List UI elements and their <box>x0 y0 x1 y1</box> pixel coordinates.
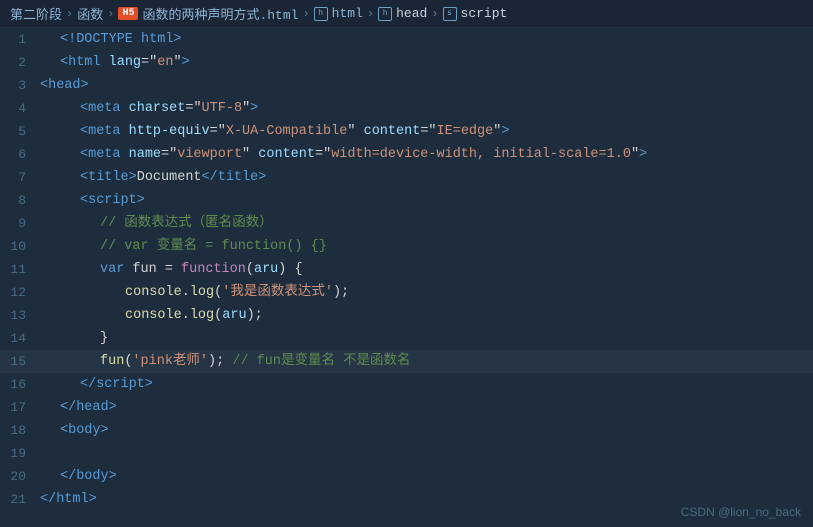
code-line-17: 17 </head> <box>0 396 813 419</box>
code-line-9: 9 // 函数表达式（匿名函数） <box>0 212 813 235</box>
code-editor: 1 <!DOCTYPE html> 2 <html lang="en"> 3 <… <box>0 28 813 527</box>
line-content-4: <meta charset="UTF-8"> <box>36 97 258 120</box>
line-number-12: 12 <box>0 281 36 304</box>
code-line-16: 16 </script> <box>0 373 813 396</box>
line-content-7: <title>Document</title> <box>36 166 266 189</box>
line-number-18: 18 <box>0 419 36 442</box>
line-content-18: <body> <box>36 419 109 442</box>
line-content-15: fun('pink老师'); // fun是变量名 不是函数名 <box>36 350 411 373</box>
code-line-5: 5 <meta http-equiv="X-UA-Compatible" con… <box>0 120 813 143</box>
line-content-5: <meta http-equiv="X-UA-Compatible" conte… <box>36 120 509 143</box>
line-content-6: <meta name="viewport" content="width=dev… <box>36 143 647 166</box>
code-line-11: 11 var fun = function(aru) { <box>0 258 813 281</box>
line-number-15: 15 <box>0 350 36 373</box>
line-content-13: console.log(aru); <box>36 304 263 327</box>
line-number-9: 9 <box>0 212 36 235</box>
code-line-7: 7 <title>Document</title> <box>0 166 813 189</box>
sep-3: › <box>302 7 309 21</box>
sep-2: › <box>107 7 114 21</box>
breadcrumb-item-6: script <box>461 6 508 21</box>
line-content-20: </body> <box>36 465 117 488</box>
code-line-19: 19 <box>0 442 813 465</box>
line-content-19 <box>36 442 40 465</box>
line-number-14: 14 <box>0 327 36 350</box>
line-content-16: </script> <box>36 373 153 396</box>
sep-1: › <box>66 7 73 21</box>
code-line-15: 15 fun('pink老师'); // fun是变量名 不是函数名 <box>0 350 813 373</box>
head-icon: h <box>378 7 392 21</box>
code-line-13: 13 console.log(aru); <box>0 304 813 327</box>
line-content-2: <html lang="en"> <box>36 51 190 74</box>
line-content-8: <script> <box>36 189 145 212</box>
line-number-8: 8 <box>0 189 36 212</box>
code-line-8: 8 <script> <box>0 189 813 212</box>
code-line-1: 1 <!DOCTYPE html> <box>0 28 813 51</box>
line-content-10: // var 变量名 = function() {} <box>36 235 327 258</box>
script-icon: s <box>443 7 457 21</box>
line-number-19: 19 <box>0 442 36 465</box>
breadcrumb-item-2: 函数 <box>77 4 103 23</box>
sep-4: › <box>367 7 374 21</box>
line-number-13: 13 <box>0 304 36 327</box>
line-content-3: <head> <box>36 74 89 97</box>
breadcrumb: 第二阶段 › 函数 › H5 函数的两种声明方式.html › h html ›… <box>0 0 813 28</box>
line-number-2: 2 <box>0 51 36 74</box>
code-line-6: 6 <meta name="viewport" content="width=d… <box>0 143 813 166</box>
line-content-21: </html> <box>36 488 97 511</box>
line-number-21: 21 <box>0 488 36 511</box>
code-line-2: 2 <html lang="en"> <box>0 51 813 74</box>
code-line-12: 12 console.log('我是函数表达式'); <box>0 281 813 304</box>
line-content-14: } <box>36 327 108 350</box>
line-number-7: 7 <box>0 166 36 189</box>
watermark: CSDN @lion_no_back <box>681 505 801 519</box>
line-number-11: 11 <box>0 258 36 281</box>
sep-5: › <box>431 7 438 21</box>
html-icon: h <box>314 7 328 21</box>
code-line-4: 4 <meta charset="UTF-8"> <box>0 97 813 120</box>
line-number-3: 3 <box>0 74 36 97</box>
code-line-20: 20 </body> <box>0 465 813 488</box>
code-line-18: 18 <body> <box>0 419 813 442</box>
code-line-14: 14 } <box>0 327 813 350</box>
line-number-20: 20 <box>0 465 36 488</box>
line-number-16: 16 <box>0 373 36 396</box>
line-number-1: 1 <box>0 28 36 51</box>
line-number-17: 17 <box>0 396 36 419</box>
line-content-11: var fun = function(aru) { <box>36 258 303 281</box>
line-number-4: 4 <box>0 97 36 120</box>
breadcrumb-item-3: 函数的两种声明方式.html <box>142 4 298 23</box>
line-number-5: 5 <box>0 120 36 143</box>
line-content-12: console.log('我是函数表达式'); <box>36 281 349 304</box>
line-number-6: 6 <box>0 143 36 166</box>
breadcrumb-item-5: head <box>396 6 427 21</box>
html5-badge: H5 <box>118 7 138 20</box>
code-line-3: 3 <head> <box>0 74 813 97</box>
breadcrumb-item-1: 第二阶段 <box>10 4 62 23</box>
line-content-17: </head> <box>36 396 117 419</box>
code-line-10: 10 // var 变量名 = function() {} <box>0 235 813 258</box>
line-content-1: <!DOCTYPE html> <box>36 28 182 51</box>
line-number-10: 10 <box>0 235 36 258</box>
line-content-9: // 函数表达式（匿名函数） <box>36 212 273 235</box>
breadcrumb-item-4: html <box>332 6 363 21</box>
